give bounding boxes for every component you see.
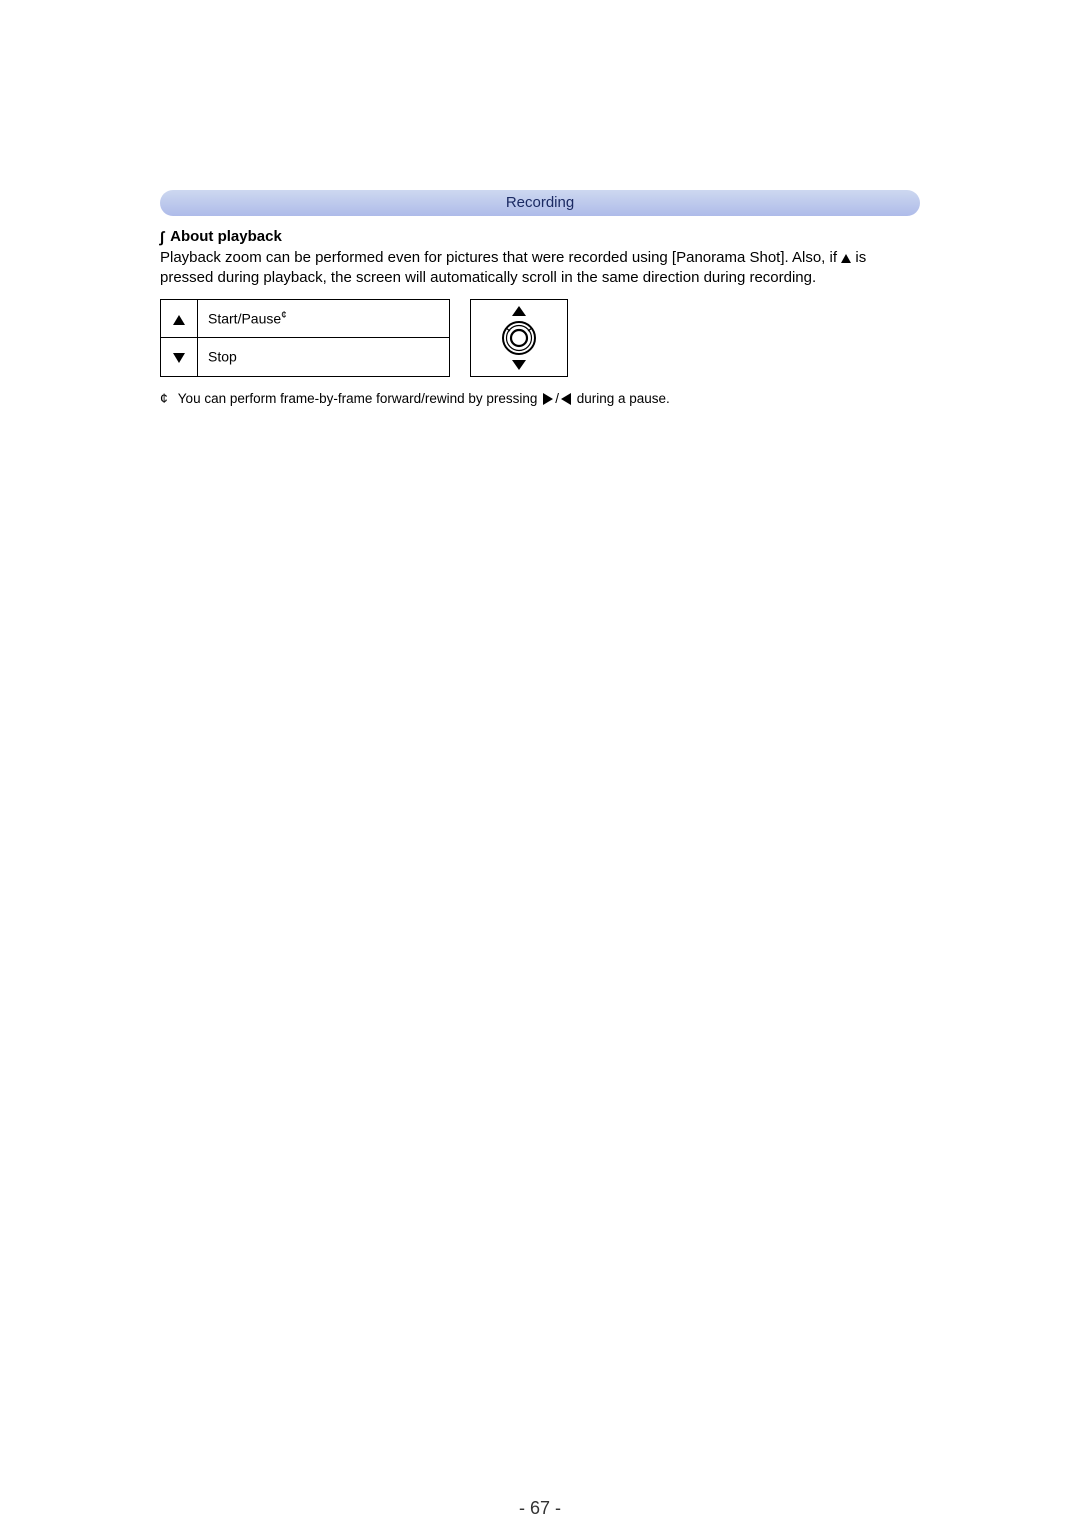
- dial-wheel-icon: [501, 320, 537, 356]
- controls-table: Start/Pause¢ Stop: [160, 299, 450, 377]
- subsection-heading: ∫ About playback: [160, 228, 920, 246]
- control-label-cell: Start/Pause¢: [198, 299, 450, 338]
- footnote-text-part-1: You can perform frame-by-frame forward/r…: [178, 391, 541, 406]
- table-row: Start/Pause¢: [161, 299, 450, 338]
- play-left-icon: [561, 393, 571, 405]
- page-number: - 67 -: [0, 1498, 1080, 1519]
- section-header-bar: Recording: [160, 190, 920, 216]
- down-triangle-icon: [173, 353, 185, 363]
- control-icon-cell: [161, 299, 198, 338]
- control-label: Stop: [208, 349, 237, 365]
- footnote: ¢ You can perform frame-by-frame forward…: [160, 391, 920, 406]
- page-content: Recording ∫ About playback Playback zoom …: [160, 190, 920, 406]
- up-triangle-icon: [512, 306, 526, 316]
- footnote-text-part-2: during a pause.: [573, 391, 670, 406]
- footnote-text: You can perform frame-by-frame forward/r…: [178, 391, 920, 406]
- up-triangle-icon: [173, 315, 185, 325]
- square-bullet-icon: ∫: [160, 229, 164, 246]
- control-icon-cell: [161, 338, 198, 377]
- section-header-text: Recording: [506, 194, 574, 211]
- up-triangle-icon: [841, 254, 851, 263]
- subsection-heading-text: About playback: [170, 228, 282, 245]
- control-label: Start/Pause: [208, 311, 281, 327]
- down-triangle-icon: [512, 360, 526, 370]
- controls-row: Start/Pause¢ Stop: [160, 299, 920, 377]
- table-row: Stop: [161, 338, 450, 377]
- footnote-text-mid: /: [555, 391, 559, 406]
- paragraph-part-1: Playback zoom can be performed even for …: [160, 249, 841, 266]
- footnote-marker: ¢: [160, 391, 168, 405]
- footnote-marker: ¢: [281, 310, 287, 321]
- page-number-text: - 67 -: [519, 1498, 561, 1518]
- control-label-cell: Stop: [198, 338, 450, 377]
- play-right-icon: [543, 393, 553, 405]
- dial: [495, 300, 543, 376]
- control-dial-diagram: [470, 299, 568, 377]
- body-paragraph: Playback zoom can be performed even for …: [160, 248, 920, 289]
